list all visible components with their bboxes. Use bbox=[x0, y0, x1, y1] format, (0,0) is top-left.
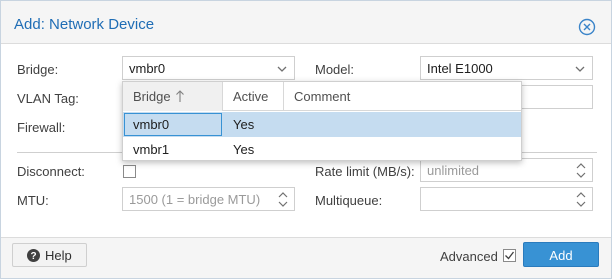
add-network-device-dialog: Add: Network Device Bridge: vmbr0 VLAN T… bbox=[0, 0, 612, 279]
multiqueue-input[interactable] bbox=[420, 187, 593, 211]
bridge-label: Bridge: bbox=[17, 62, 59, 77]
help-button[interactable]: ? Help bbox=[12, 243, 87, 267]
help-label: Help bbox=[45, 248, 72, 263]
column-header-label: Comment bbox=[294, 89, 351, 104]
svg-text:?: ? bbox=[30, 251, 36, 262]
cell-bridge: vmbr1 bbox=[133, 142, 170, 157]
column-header-label: Active bbox=[233, 89, 269, 104]
mtu-input[interactable]: 1500 (1 = bridge MTU) bbox=[122, 187, 295, 211]
column-header-bridge[interactable]: Bridge bbox=[123, 82, 223, 111]
advanced-label: Advanced bbox=[440, 249, 498, 264]
rate-limit-placeholder: unlimited bbox=[427, 163, 480, 178]
bridge-value: vmbr0 bbox=[129, 61, 166, 76]
chevron-down-icon[interactable] bbox=[275, 62, 289, 76]
add-button[interactable]: Add bbox=[523, 242, 599, 267]
model-label: Model: bbox=[315, 62, 355, 77]
dialog-title: Add: Network Device bbox=[14, 16, 155, 33]
model-combobox[interactable]: Intel E1000 bbox=[420, 56, 593, 80]
cell-bridge: vmbr0 bbox=[133, 117, 170, 132]
add-label: Add bbox=[549, 248, 573, 263]
spinner-icon[interactable] bbox=[576, 190, 586, 209]
advanced-checkbox[interactable] bbox=[503, 249, 516, 262]
disconnect-checkbox[interactable] bbox=[123, 165, 136, 178]
chevron-down-icon[interactable] bbox=[573, 62, 587, 76]
column-header-active[interactable]: Active bbox=[223, 82, 284, 111]
cell-active: Yes bbox=[233, 117, 255, 132]
vlan-tag-label: VLAN Tag: bbox=[17, 91, 79, 106]
dialog-titlebar: Add: Network Device bbox=[1, 1, 611, 44]
multiqueue-label: Multiqueue: bbox=[315, 193, 383, 208]
bridge-picker-dropdown: Bridge Active Comment vmbr0 Yes vmbr1 Ye… bbox=[122, 81, 522, 161]
rate-limit-label: Rate limit (MB/s): bbox=[315, 164, 415, 179]
disconnect-label: Disconnect: bbox=[17, 164, 85, 179]
mtu-label: MTU: bbox=[17, 193, 49, 208]
mtu-placeholder: 1500 (1 = bridge MTU) bbox=[129, 192, 261, 207]
close-circle-icon[interactable] bbox=[578, 18, 596, 36]
sort-ascending-icon bbox=[176, 90, 184, 102]
bridge-combobox[interactable]: vmbr0 bbox=[122, 56, 295, 80]
mac-address-field[interactable] bbox=[520, 85, 593, 109]
spinner-icon[interactable] bbox=[576, 161, 586, 180]
spinner-icon[interactable] bbox=[278, 190, 288, 209]
question-circle-icon: ? bbox=[27, 249, 40, 262]
picker-header: Bridge Active Comment bbox=[123, 82, 521, 111]
firewall-label: Firewall: bbox=[17, 120, 66, 135]
column-header-label: Bridge bbox=[133, 89, 171, 104]
table-row[interactable]: vmbr0 Yes bbox=[123, 112, 521, 137]
column-header-comment[interactable]: Comment bbox=[284, 82, 521, 111]
table-row[interactable]: vmbr1 Yes bbox=[123, 137, 521, 162]
cell-active: Yes bbox=[233, 142, 255, 157]
model-value: Intel E1000 bbox=[427, 61, 493, 76]
dialog-footer bbox=[1, 237, 611, 278]
